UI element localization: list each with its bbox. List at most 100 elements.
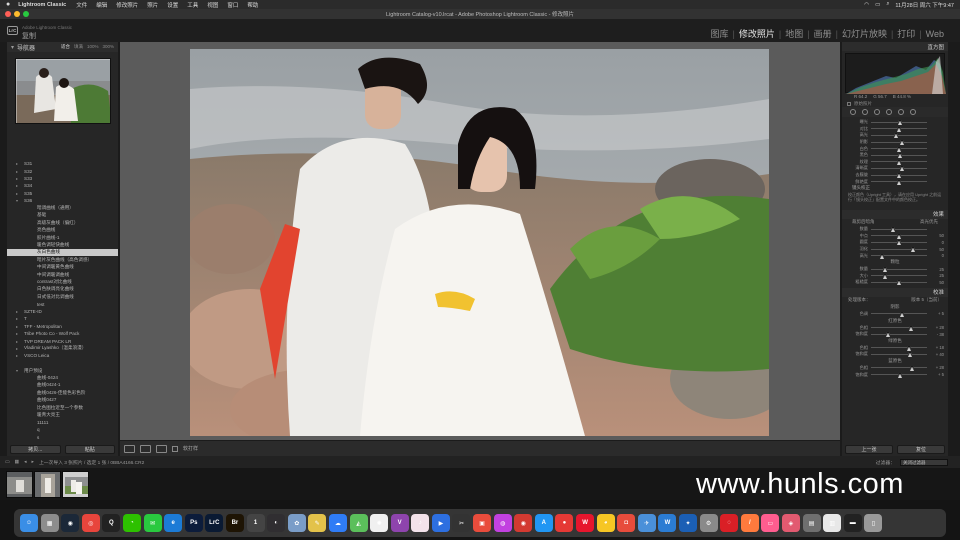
wifi-icon[interactable]: ◠ xyxy=(864,2,869,8)
slider-track[interactable] xyxy=(871,365,927,371)
slider-track[interactable] xyxy=(871,280,927,286)
loupe-view-icon[interactable] xyxy=(124,444,135,453)
music-icon[interactable]: ♪ xyxy=(411,514,430,532)
original-photo-row[interactable]: 原始照片 xyxy=(842,100,948,107)
slider-thumb[interactable] xyxy=(910,365,915,371)
adjustment-brush-icon[interactable] xyxy=(910,109,916,115)
slider-thumb[interactable] xyxy=(897,233,901,239)
preset-item[interactable]: 曲线0426-佳能色彩色阶 xyxy=(7,389,118,396)
slider-value[interactable]: + 40 xyxy=(930,352,944,357)
preset-item[interactable]: 暗调曲线（通用） xyxy=(7,204,118,211)
slider-track[interactable] xyxy=(871,267,927,273)
slider-track[interactable] xyxy=(871,372,927,378)
slider-thumb[interactable] xyxy=(894,133,899,139)
system-preferences-icon[interactable]: ⚙ xyxy=(699,514,718,532)
filmstrip-thumbnail[interactable] xyxy=(6,471,33,498)
desktop-icon[interactable]: ▬ xyxy=(843,514,862,532)
chrome-icon[interactable]: ◎ xyxy=(81,514,100,532)
crop-tool-icon[interactable] xyxy=(850,109,856,115)
preset-folder[interactable]: ▾ S36 xyxy=(7,197,118,204)
preset-folder[interactable]: ▸ T xyxy=(7,315,118,322)
navigator-zoom-option[interactable]: 300% xyxy=(102,44,114,50)
notes-icon[interactable]: ✎ xyxy=(308,514,327,532)
slider-thumb[interactable] xyxy=(883,267,887,273)
soft-proofing-checkbox[interactable] xyxy=(172,445,178,452)
slider-thumb[interactable] xyxy=(897,146,901,152)
slider-value[interactable]: 0 xyxy=(930,240,944,245)
slider-thumb[interactable] xyxy=(883,273,887,279)
slider-track[interactable] xyxy=(871,120,927,126)
video-icon[interactable]: ▣ xyxy=(473,514,492,532)
process-version-select[interactable]: 版本 5（当前） xyxy=(911,297,942,304)
preset-item[interactable]: 中间调暖调曲线 xyxy=(7,271,118,278)
screen-record-icon[interactable]: ◘ xyxy=(617,514,636,532)
menu-item[interactable]: 工具 xyxy=(187,1,198,9)
preset-item[interactable]: 曲线0424-1 xyxy=(7,382,118,389)
slider-track[interactable] xyxy=(871,240,927,246)
safari-icon[interactable]: ◈ xyxy=(781,514,800,532)
preset-item[interactable]: 白色肤调亮化曲线 xyxy=(7,286,118,293)
menubar-clock[interactable]: 11月28日 周六 下午9:47 xyxy=(895,1,954,9)
menu-item[interactable]: 修改照片 xyxy=(116,1,138,9)
menu-item[interactable]: 编辑 xyxy=(96,1,107,9)
copy-settings-button[interactable]: 拷贝... xyxy=(10,445,61,454)
slider-thumb[interactable] xyxy=(891,227,896,233)
slider-track[interactable] xyxy=(871,140,927,146)
search-icon[interactable]: ⌕ xyxy=(886,1,889,8)
preview-icon[interactable]: ▤ xyxy=(802,514,821,532)
slider-value[interactable]: 25 xyxy=(930,267,944,272)
minimize-window-button[interactable] xyxy=(14,11,20,17)
before-after-icon[interactable] xyxy=(140,444,151,453)
slider-track[interactable] xyxy=(871,153,927,159)
calibration-header[interactable]: 校准 xyxy=(842,287,948,297)
lightroom-classic-icon[interactable]: LrC xyxy=(205,514,224,532)
slider-thumb[interactable] xyxy=(900,166,905,172)
slider-thumb[interactable] xyxy=(885,332,890,338)
app-menu[interactable]: Lightroom Classic xyxy=(18,2,66,8)
menu-item[interactable]: 视图 xyxy=(207,1,218,9)
preset-item[interactable]: 日式低对比调曲线 xyxy=(7,293,118,300)
slider-thumb[interactable] xyxy=(897,173,901,179)
preset-item[interactable]: 11111 xyxy=(7,419,118,426)
finder-icon[interactable]: ☺ xyxy=(20,514,38,532)
forward-arrow-icon[interactable]: ▸ xyxy=(32,460,34,465)
record-icon[interactable]: ● xyxy=(555,514,574,532)
navigator-header[interactable]: ▾ 导航器 适合 填满 100% 300% xyxy=(7,42,118,52)
photoshop-icon[interactable]: Ps xyxy=(184,514,203,532)
preset-item[interactable]: 曲线-0424 xyxy=(7,374,118,381)
slider-track[interactable] xyxy=(871,352,927,358)
folder-icon[interactable]: ▥ xyxy=(823,514,842,532)
slider-thumb[interactable] xyxy=(907,345,912,351)
filmstrip-source-info[interactable]: 上一次导入 3 张照片 / 选定 1 张 / 0BBA4166.CR2 xyxy=(39,459,144,466)
slider-thumb[interactable] xyxy=(897,179,901,185)
preset-item[interactable]: 中间调暖黄色曲线 xyxy=(7,263,118,270)
menu-item[interactable]: 文件 xyxy=(76,1,87,9)
preset-item[interactable]: 基础 xyxy=(7,212,118,219)
slider-thumb[interactable] xyxy=(909,325,914,331)
preset-item[interactable]: 暖青大亮王 xyxy=(7,411,118,418)
meituan-icon[interactable]: ◕ xyxy=(596,514,615,532)
main-photo[interactable] xyxy=(190,49,769,436)
baidu-netdisk-icon[interactable]: ☁ xyxy=(328,514,347,532)
before-after-split-icon[interactable] xyxy=(156,444,167,453)
menu-item[interactable]: 窗口 xyxy=(227,1,238,9)
preset-folder[interactable]: ▸ TVP DREAM PACK LR xyxy=(7,337,118,344)
back-arrow-icon[interactable]: ◂ xyxy=(24,460,26,465)
slider-thumb[interactable] xyxy=(911,247,915,253)
preset-item[interactable]: 暖色调轻快曲线 xyxy=(7,241,118,248)
slider-track[interactable] xyxy=(871,159,927,165)
navigator-preview[interactable] xyxy=(14,58,111,124)
slider-thumb[interactable] xyxy=(898,153,903,159)
app-store-icon[interactable]: A xyxy=(534,514,553,532)
obs-icon[interactable]: ◐ xyxy=(267,514,286,532)
slider-track[interactable] xyxy=(871,179,927,185)
slider-track[interactable] xyxy=(871,273,927,279)
xcode-icon[interactable]: ✦ xyxy=(679,514,697,532)
slider-value[interactable]: + 5 xyxy=(930,372,944,377)
close-window-button[interactable] xyxy=(5,11,11,17)
podcast-icon[interactable]: ◍ xyxy=(493,514,512,532)
preset-folder[interactable]: ▸ S33 xyxy=(7,175,118,182)
slider-value[interactable]: 50 xyxy=(930,280,944,285)
slider-thumb[interactable] xyxy=(897,126,901,132)
preset-item[interactable]: q xyxy=(7,426,118,433)
